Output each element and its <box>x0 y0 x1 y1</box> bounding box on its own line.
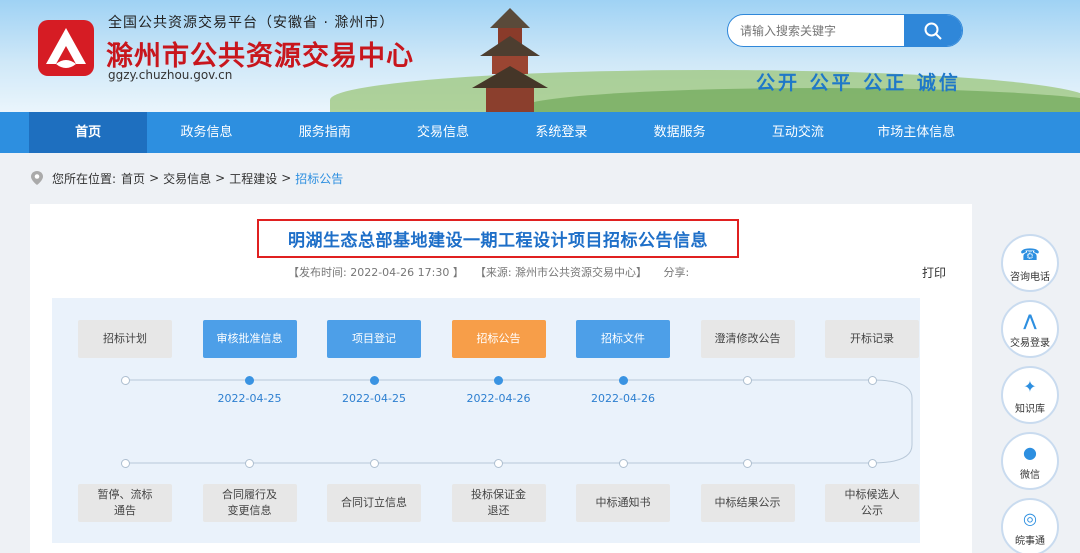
flow-step-top: 澄清修改公告 <box>700 320 795 358</box>
sidebar-label: 微信 <box>1020 469 1040 481</box>
article-title: 明湖生态总部基地建设一期工程设计项目招标公告信息 <box>257 219 739 258</box>
nav-data-service[interactable]: 数据服务 <box>620 112 738 153</box>
flow-dot <box>245 458 254 468</box>
breadcrumb-separator: > <box>149 171 160 185</box>
knowledge-icon: ✦ <box>1023 377 1037 396</box>
flow-step-bottom: 中标候选人 公示 <box>825 484 919 522</box>
slogan: 公开 公平 公正 诚信 <box>756 72 961 94</box>
nav-government-info[interactable]: 政务信息 <box>147 112 265 153</box>
flow-step-top[interactable]: 项目登记 <box>327 320 421 358</box>
flow-dot <box>369 375 379 385</box>
sidebar-label: 咨询电话 <box>1010 271 1050 283</box>
flow-step-date: 2022-04-26 <box>591 392 655 405</box>
breadcrumb-current[interactable]: 招标公告 <box>295 170 343 187</box>
nav-home[interactable]: 首页 <box>29 112 148 153</box>
flow-dot <box>494 375 503 385</box>
flow-dot <box>743 375 752 385</box>
nav-system-login[interactable]: 系统登录 <box>502 112 620 153</box>
site-header: 全国公共资源交易平台（安徽省 · 滁州市） 滁州市公共资源交易中心 ggzy.c… <box>0 0 1080 112</box>
sidebar-phone[interactable]: ☎ 咨询电话 <box>1001 234 1059 292</box>
site-logo-icon <box>38 20 94 76</box>
print-button[interactable]: 打印 <box>922 264 946 281</box>
platform-name: 全国公共资源交易平台（安徽省 · 滁州市） <box>108 15 395 31</box>
sidebar-label: 交易登录 <box>1010 337 1050 349</box>
search-icon <box>924 22 942 40</box>
wechat-icon: ● <box>1023 443 1037 462</box>
article-meta: 【发布时间: 2022-04-26 17:30 】 【来源: 滁州市公共资源交易… <box>288 266 690 279</box>
flow-dot <box>369 458 379 468</box>
breadcrumb: 您所在位置: 首页 > 交易信息 > 工程建设 > 招标公告 <box>30 168 343 188</box>
phone-icon: ☎ <box>1020 245 1040 264</box>
breadcrumb-link-home[interactable]: 首页 <box>121 170 145 187</box>
flow-step-top: 开标记录 <box>825 320 919 358</box>
flow-step-bottom: 暂停、流标 通告 <box>78 484 172 522</box>
flow-step-top[interactable]: 招标文件 <box>576 320 670 358</box>
sidebar-label: 皖事通 <box>1015 535 1045 547</box>
main-nav: 首页 政务信息 服务指南 交易信息 系统登录 数据服务 互动交流 市场主体信息 <box>0 112 1080 153</box>
process-flow: 招标计划 审核批准信息 2022-04-25 项目登记 2022-04-25 招标公告 20… <box>52 298 920 543</box>
sidebar-wanshitong[interactable]: ◎ 皖事通 <box>1001 498 1059 553</box>
flow-step-date: 2022-04-25 <box>217 392 282 405</box>
logo-mark-icon: ⋀ <box>1023 311 1037 330</box>
flow-dot <box>618 458 628 468</box>
sidebar-wechat[interactable]: ● 微信 <box>1001 432 1059 490</box>
flow-dot <box>743 458 752 468</box>
flow-step-date: 2022-04-25 <box>342 392 406 405</box>
flow-step-bottom: 合同订立信息 <box>327 484 421 522</box>
nav-market-entity[interactable]: 市场主体信息 <box>857 112 975 153</box>
flow-dot <box>120 375 130 385</box>
breadcrumb-link-trade-info[interactable]: 交易信息 <box>163 170 211 187</box>
flow-step-bottom: 投标保证金 退还 <box>451 484 546 522</box>
sidebar-label: 知识库 <box>1015 403 1045 415</box>
site-url: ggzy.chuzhou.gov.cn <box>108 68 233 82</box>
flow-step-top[interactable]: 审核批准信息 <box>202 320 297 358</box>
breadcrumb-prefix: 您所在位置: <box>52 171 117 186</box>
breadcrumb-link-engineering[interactable]: 工程建设 <box>229 170 277 187</box>
flow-step-top[interactable]: 招标公告 <box>451 320 546 358</box>
flow-dot <box>618 375 628 385</box>
article-card: 明湖生态总部基地建设一期工程设计项目招标公告信息 【发布时间: 2022-04-… <box>30 204 972 553</box>
sidebar-knowledge-base[interactable]: ✦ 知识库 <box>1001 366 1059 424</box>
search-input[interactable] <box>728 15 904 46</box>
flow-dot <box>494 458 503 468</box>
flow-dot <box>245 375 254 385</box>
sidebar-trade-login[interactable]: ⋀ 交易登录 <box>1001 300 1059 358</box>
nav-interaction[interactable]: 互动交流 <box>739 112 857 153</box>
search-box <box>727 14 963 47</box>
flow-step-date: 2022-04-26 <box>466 392 531 405</box>
flow-step-bottom: 中标通知书 <box>576 484 670 522</box>
nav-service-guide[interactable]: 服务指南 <box>266 112 384 153</box>
flow-step-bottom: 合同履行及 变更信息 <box>202 484 297 522</box>
flow-dot <box>867 458 877 468</box>
nav-trade-info[interactable]: 交易信息 <box>384 112 502 153</box>
breadcrumb-separator: > <box>215 171 226 185</box>
breadcrumb-separator: > <box>281 171 292 185</box>
location-pin-icon <box>31 171 43 185</box>
search-button[interactable] <box>904 15 962 46</box>
flow-step-bottom: 中标结果公示 <box>700 484 795 522</box>
flow-dot <box>120 458 130 468</box>
pavilion-illustration <box>472 8 548 112</box>
flow-dot <box>867 375 877 385</box>
wanshitong-icon: ◎ <box>1023 509 1037 528</box>
flow-step-top: 招标计划 <box>78 320 172 358</box>
